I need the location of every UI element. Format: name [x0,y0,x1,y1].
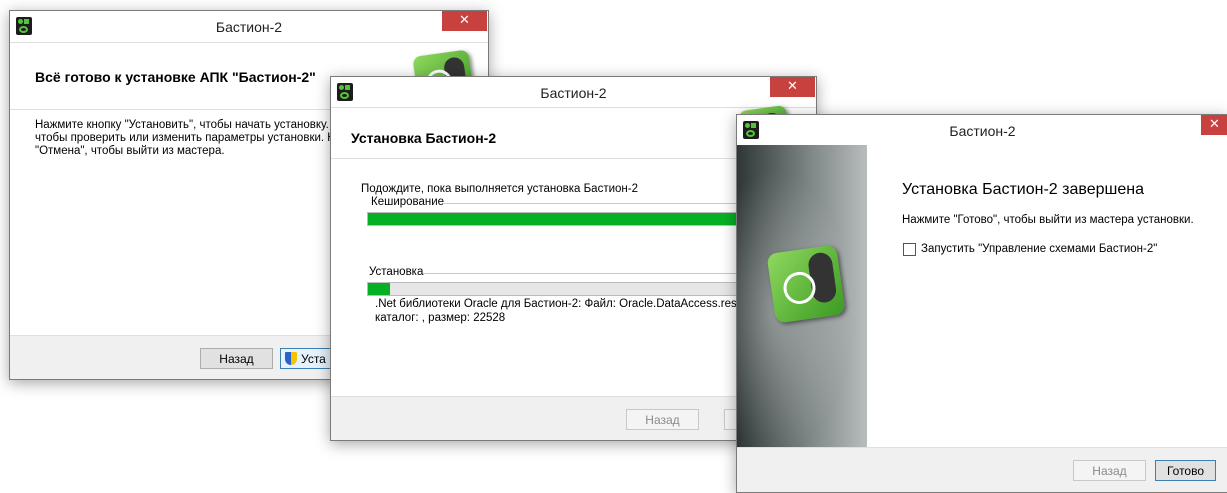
window-title: Бастион-2 [215,19,283,35]
header-title: Установка Бастион-2 [351,130,497,146]
window-title: Бастион-2 [540,85,607,101]
status-text: Подождите, пока выполняется установка Ба… [361,183,638,195]
launch-checkbox[interactable] [903,243,916,256]
back-button[interactable]: Назад [1073,460,1146,481]
launch-checkbox-label[interactable]: Запустить "Управление схемами Бастион-2" [921,243,1157,255]
finish-instruction: Нажмите "Готово", чтобы выйти из мастера… [902,214,1194,226]
window-title: Бастион-2 [949,123,1016,139]
bastion-logo-icon [766,244,846,324]
header-title: Всё готово к установке АПК "Бастион-2" [35,69,316,85]
installation-complete-window: Бастион-2 ✕ Установка Бастион-2 завершен… [736,114,1227,493]
uac-shield-icon [285,352,297,365]
detail-line: .Net библиотеки Oracle для Бастион-2: Фа… [375,298,760,310]
title-bar[interactable]: Бастион-2 ✕ [331,77,816,107]
install-button-label: Уста [301,352,326,366]
title-bar[interactable]: Бастион-2 ✕ [10,11,488,41]
back-button[interactable]: Назад [626,409,699,430]
back-button[interactable]: Назад [200,348,273,369]
button-bar: Назад Готово [737,447,1227,492]
side-banner [737,145,867,447]
close-button[interactable]: ✕ [1201,115,1227,135]
caching-label: Кеширование [371,196,445,208]
detail-text: .Net библиотеки Oracle для Бастион-2: Фа… [375,297,759,325]
close-button[interactable]: ✕ [770,77,815,97]
title-bar[interactable]: Бастион-2 ✕ [737,115,1227,145]
close-button[interactable]: ✕ [442,11,487,31]
install-label: Установка [369,266,424,278]
detail-line: каталог: , размер: 22528 [375,312,506,324]
finish-button[interactable]: Готово [1155,460,1216,481]
install-progress-fill [368,283,391,295]
completion-heading: Установка Бастион-2 завершена [902,181,1144,198]
